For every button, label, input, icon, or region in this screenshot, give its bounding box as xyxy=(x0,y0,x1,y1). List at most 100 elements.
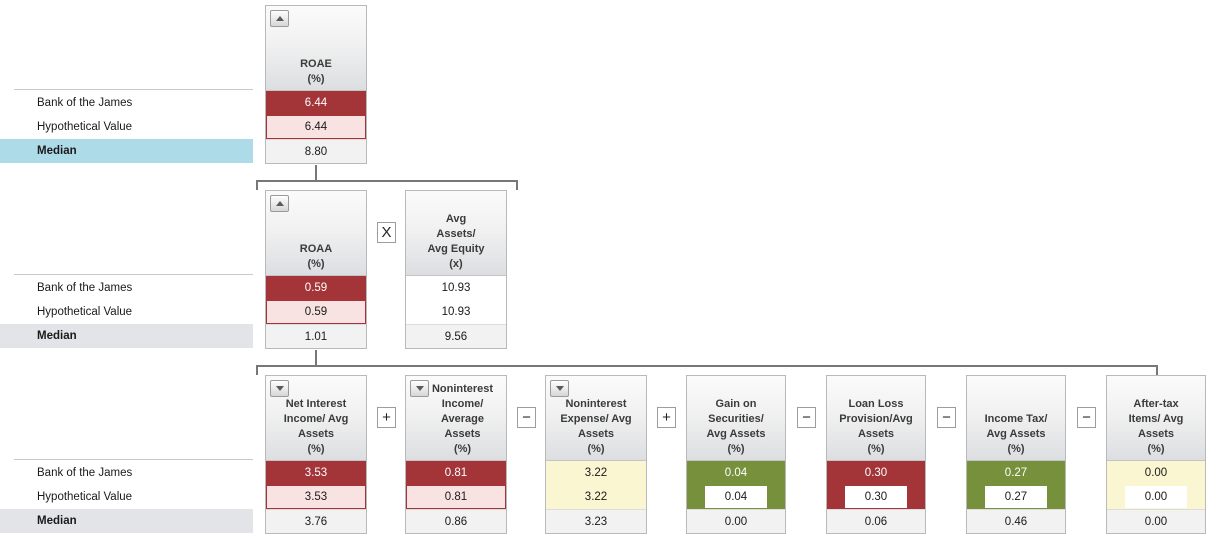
metric-box-title: After-tax Items/ Avg Assets (%) xyxy=(1128,398,1184,455)
metric-value-text: 6.44 xyxy=(304,97,328,109)
metric-box-title: ROAE (%) xyxy=(300,58,332,85)
metric-value-cell: 0.81 xyxy=(406,485,506,509)
operator-minus-1: − xyxy=(517,407,536,428)
metric-value-cell: 0.30 xyxy=(827,461,925,485)
metric-value-cell: 3.23 xyxy=(546,509,646,533)
metric-box-header: Noninterest Expense/ Avg Assets (%) xyxy=(546,376,646,461)
metric-value-cell: 0.59 xyxy=(266,276,366,300)
row-label-text: Median xyxy=(37,515,77,527)
label-separator xyxy=(14,274,253,275)
metric-value-cell: 6.44 xyxy=(266,91,366,115)
connector-drop-tier2-0 xyxy=(256,180,258,190)
operator-plus-1: + xyxy=(377,407,396,428)
row-label-bank-of-the-james: Bank of the James xyxy=(0,461,253,485)
metric-value-cell: 3.76 xyxy=(266,509,366,533)
metric-value-text: 0.27 xyxy=(1004,467,1028,479)
metric-value-cell: 0.27 xyxy=(967,485,1065,509)
metric-value-cell: 0.27 xyxy=(967,461,1065,485)
metric-box-title: Net Interest Income/ Avg Assets (%) xyxy=(283,398,349,455)
row-label-text: Bank of the James xyxy=(37,97,133,109)
metric-value-cell: 3.53 xyxy=(266,485,366,509)
metric-value-cell: 10.93 xyxy=(406,276,506,300)
row-label-median: Median xyxy=(0,509,253,533)
chevron-down-icon[interactable] xyxy=(410,380,429,397)
hypothetical-value[interactable]: 0.81 xyxy=(406,485,506,509)
metric-box-net-interest-income-avg-assets[interactable]: Net Interest Income/ Avg Assets (%) 3.53 3… xyxy=(265,375,367,534)
connector-stem-tier2 xyxy=(315,165,317,180)
metric-value-cell: 0.00 xyxy=(1107,485,1205,509)
hypothetical-value[interactable]: 6.44 xyxy=(266,115,366,139)
metric-value-cell: 3.22 xyxy=(546,461,646,485)
metric-box-header: Net Interest Income/ Avg Assets (%) xyxy=(266,376,366,461)
operator-multiply: X xyxy=(377,222,396,243)
metric-value-cell: 0.00 xyxy=(1107,509,1205,533)
operator-minus-3: − xyxy=(937,407,956,428)
metric-value-cell: 0.00 xyxy=(687,509,785,533)
row-label-text: Hypothetical Value xyxy=(37,121,133,133)
metric-value-text: 0.30 xyxy=(864,467,888,479)
metric-value-text: 0.86 xyxy=(444,515,468,528)
metric-value-text: 3.22 xyxy=(584,491,608,503)
connector-stem-tier3 xyxy=(315,350,317,365)
connector-drop-tier3-0 xyxy=(256,365,258,375)
metric-box-avg-assets-avg-equity[interactable]: Avg Assets/ Avg Equity (x) 10.93 10.93 9.56 xyxy=(405,190,507,349)
operator-minus-4: − xyxy=(1077,407,1096,428)
metric-value-text: 0.06 xyxy=(864,515,888,528)
hypothetical-value[interactable]: 0.27 xyxy=(985,486,1047,508)
metric-value-cell: 0.30 xyxy=(827,485,925,509)
label-separator xyxy=(14,459,253,460)
chevron-down-icon[interactable] xyxy=(270,380,289,397)
metric-value-text: 10.93 xyxy=(441,306,471,318)
metric-value-cell: 0.59 xyxy=(266,300,366,324)
metric-value-cell: 0.06 xyxy=(827,509,925,533)
metric-value-cell: 8.80 xyxy=(266,139,366,163)
hypothetical-value[interactable]: 0.59 xyxy=(266,300,366,324)
chevron-down-icon[interactable] xyxy=(550,380,569,397)
metric-box-roae[interactable]: ROAE (%) 6.44 6.44 8.80 xyxy=(265,5,367,164)
metric-value-text: 0.46 xyxy=(1004,515,1028,528)
metric-value-cell: 10.93 xyxy=(406,300,506,324)
metric-box-noninterest-income-average-assets[interactable]: Noninterest Income/ Average Assets (%) 0.… xyxy=(405,375,507,534)
metric-value-text: 3.76 xyxy=(304,515,328,528)
hypothetical-value[interactable]: 3.53 xyxy=(266,485,366,509)
metric-value-text: 10.93 xyxy=(441,282,471,294)
metric-box-header: ROAA (%) xyxy=(266,191,366,276)
metric-value-text: 9.56 xyxy=(444,330,468,343)
metric-value-text: 0.00 xyxy=(1144,515,1168,528)
metric-value-cell: 3.22 xyxy=(546,485,646,509)
row-label-text: Median xyxy=(37,330,77,342)
metric-value-cell: 1.01 xyxy=(266,324,366,348)
metric-value-cell: 3.53 xyxy=(266,461,366,485)
metric-box-title: Loan Loss Provision/Avg Assets (%) xyxy=(839,398,913,455)
hypothetical-value[interactable]: 0.04 xyxy=(705,486,767,508)
hypothetical-value[interactable]: 0.30 xyxy=(845,486,907,508)
metric-value-cell: 0.46 xyxy=(967,509,1065,533)
operator-minus-2: − xyxy=(797,407,816,428)
hypothetical-value[interactable]: 0.00 xyxy=(1125,486,1187,508)
metric-value-text: 0.00 xyxy=(724,515,748,528)
metric-box-loan-loss-provision-avg-assets[interactable]: Loan Loss Provision/Avg Assets (%) 0.30 0.… xyxy=(826,375,926,534)
label-separator xyxy=(14,89,253,90)
metric-box-title: Noninterest Expense/ Avg Assets (%) xyxy=(560,398,632,455)
metric-box-header: Income Tax/ Avg Assets (%) xyxy=(967,376,1065,461)
metric-value-cell: 0.81 xyxy=(406,461,506,485)
row-label-hypothetical-value: Hypothetical Value xyxy=(0,115,253,139)
row-label-median: Median xyxy=(0,324,253,348)
connector-bar-tier3 xyxy=(256,365,1158,367)
row-label-hypothetical-value: Hypothetical Value xyxy=(0,485,253,509)
metric-box-after-tax-items-avg-assets[interactable]: After-tax Items/ Avg Assets (%) 0.00 0.00 0… xyxy=(1106,375,1206,534)
row-label-hypothetical-value: Hypothetical Value xyxy=(0,300,253,324)
row-label-text: Bank of the James xyxy=(37,282,133,294)
chevron-up-icon[interactable] xyxy=(270,195,289,212)
row-label-bank-of-the-james: Bank of the James xyxy=(0,91,253,115)
metric-box-roaa[interactable]: ROAA (%) 0.59 0.59 1.01 xyxy=(265,190,367,349)
row-label-text: Median xyxy=(37,145,77,157)
row-label-text: Hypothetical Value xyxy=(37,491,133,503)
metric-box-gain-on-securities-avg-assets[interactable]: Gain on Securities/ Avg Assets (%) 0.04 0.… xyxy=(686,375,786,534)
metric-value-cell: 6.44 xyxy=(266,115,366,139)
chevron-up-icon[interactable] xyxy=(270,10,289,27)
row-label-text: Bank of the James xyxy=(37,467,133,479)
metric-box-income-tax-avg-assets[interactable]: Income Tax/ Avg Assets (%) 0.27 0.27 0.46 xyxy=(966,375,1066,534)
metric-value-text: 8.80 xyxy=(304,145,328,158)
metric-box-noninterest-expense-avg-assets[interactable]: Noninterest Expense/ Avg Assets (%) 3.22 3… xyxy=(545,375,647,534)
